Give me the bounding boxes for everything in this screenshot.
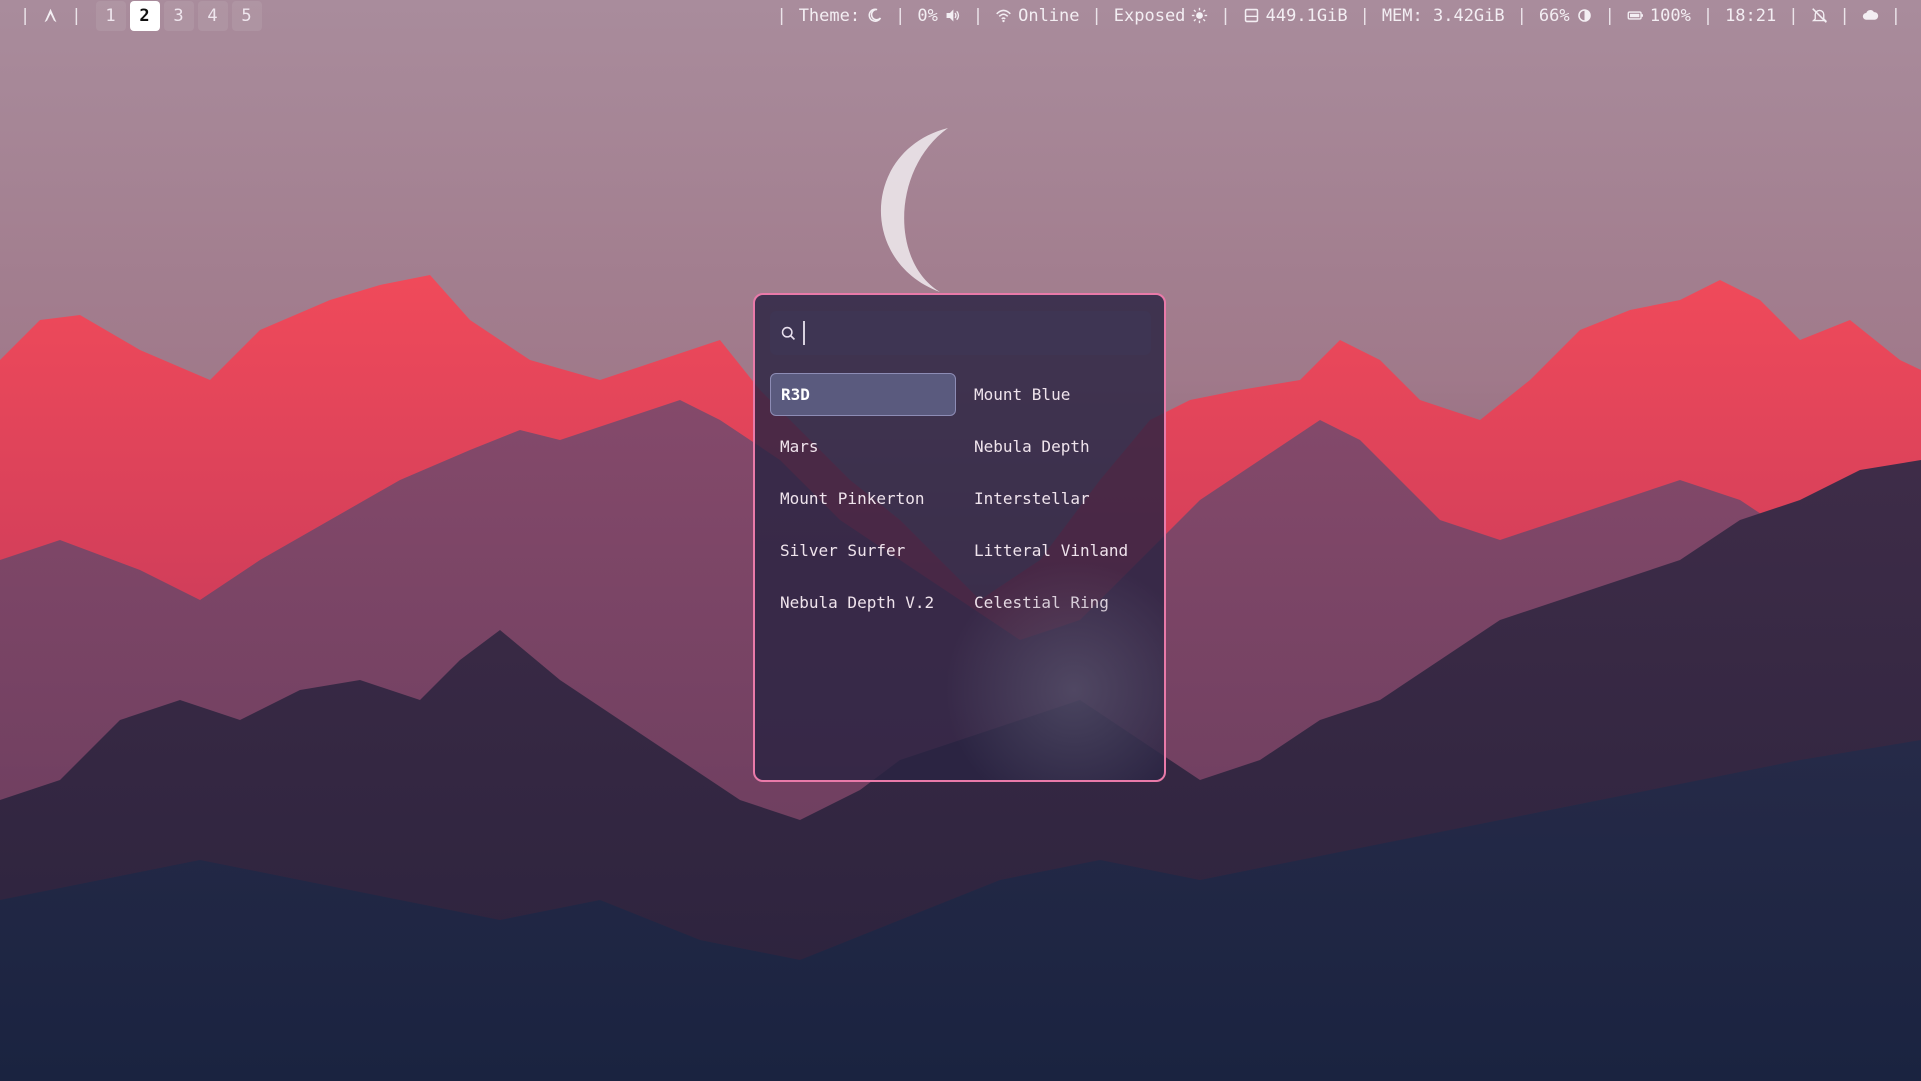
separator: | (20, 5, 31, 26)
wifi-icon (995, 7, 1012, 24)
memory-value: MEM: 3.42GiB (1381, 5, 1505, 26)
launcher-item-nebula-depth-v2[interactable]: Nebula Depth V.2 (770, 581, 956, 624)
bar-left-section: | | 1 2 3 4 5 (0, 0, 264, 31)
separator: | (972, 5, 984, 26)
launcher-results: R3D Mount Blue Mars Nebula Depth Mount P… (770, 373, 1155, 624)
mode-label: Exposed (1113, 5, 1186, 26)
disk-icon (1243, 7, 1260, 24)
theme-toggle[interactable]: Theme: (799, 6, 883, 26)
separator: | (1839, 5, 1850, 26)
workspace-button-3[interactable]: 3 (163, 0, 194, 31)
network-module[interactable]: Online (995, 5, 1080, 26)
separator: | (895, 5, 906, 26)
workspace-button-4[interactable]: 4 (197, 0, 228, 31)
disk-value: 449.1GiB (1265, 5, 1348, 26)
mode-module[interactable]: Exposed (1114, 6, 1209, 26)
volume-value: 0% (917, 5, 938, 26)
separator: | (1091, 5, 1102, 26)
separator: | (1220, 5, 1231, 26)
launcher-search-input[interactable] (803, 321, 1141, 345)
cloud-icon[interactable] (1862, 7, 1879, 24)
bar-right-section: | Theme: | 0% | Online | Exposed | 449.1… (764, 0, 1921, 31)
app-launcher: R3D Mount Blue Mars Nebula Depth Mount P… (753, 293, 1166, 782)
separator: | (776, 5, 787, 26)
sun-icon (1191, 7, 1208, 24)
battery-module[interactable]: 100% (1627, 6, 1691, 26)
workspace-button-1[interactable]: 1 (95, 0, 126, 31)
disk-module[interactable]: 449.1GiB (1243, 6, 1348, 26)
separator: | (1788, 5, 1799, 26)
separator: | (1702, 5, 1714, 26)
arch-logo-icon[interactable] (42, 7, 59, 24)
speaker-icon (944, 7, 961, 24)
separator: | (1359, 5, 1370, 26)
launcher-item-interstellar[interactable]: Interstellar (964, 477, 1150, 520)
launcher-item-mars[interactable]: Mars (770, 425, 956, 468)
workspace-button-5[interactable]: 5 (231, 0, 262, 31)
network-status: Online (1018, 5, 1080, 26)
launcher-item-litteral-vinland[interactable]: Litteral Vinland (964, 529, 1150, 572)
memory-module[interactable]: MEM: 3.42GiB (1382, 6, 1505, 26)
launcher-item-nebula-depth[interactable]: Nebula Depth (964, 425, 1150, 468)
top-status-bar: | | 1 2 3 4 5 | Theme: | 0% | Online | E… (0, 0, 1921, 31)
workspace-button-2[interactable]: 2 (129, 0, 160, 31)
clock[interactable]: 18:21 (1725, 6, 1776, 26)
moon-icon (866, 7, 883, 24)
launcher-item-silver-surfer[interactable]: Silver Surfer (770, 529, 956, 572)
launcher-item-mount-blue[interactable]: Mount Blue (964, 373, 1150, 416)
separator: | (71, 5, 82, 26)
search-icon (780, 325, 797, 342)
launcher-item-mount-pinkerton[interactable]: Mount Pinkerton (770, 477, 956, 520)
launcher-item-celestial-ring[interactable]: Celestial Ring (964, 581, 1150, 624)
brightness-module[interactable]: 66% (1539, 6, 1593, 26)
separator: | (1516, 5, 1527, 26)
launcher-item-r3d[interactable]: R3D (770, 373, 956, 416)
battery-icon (1627, 7, 1644, 24)
brightness-value: 66% (1538, 5, 1570, 26)
separator: | (1890, 5, 1901, 26)
theme-label: Theme: (798, 5, 861, 26)
half-circle-icon (1576, 7, 1593, 24)
separator: | (1604, 5, 1615, 26)
bell-off-icon[interactable] (1811, 7, 1828, 24)
volume-module[interactable]: 0% (917, 6, 960, 26)
battery-value: 100% (1649, 5, 1691, 26)
launcher-search-box[interactable] (770, 311, 1151, 355)
